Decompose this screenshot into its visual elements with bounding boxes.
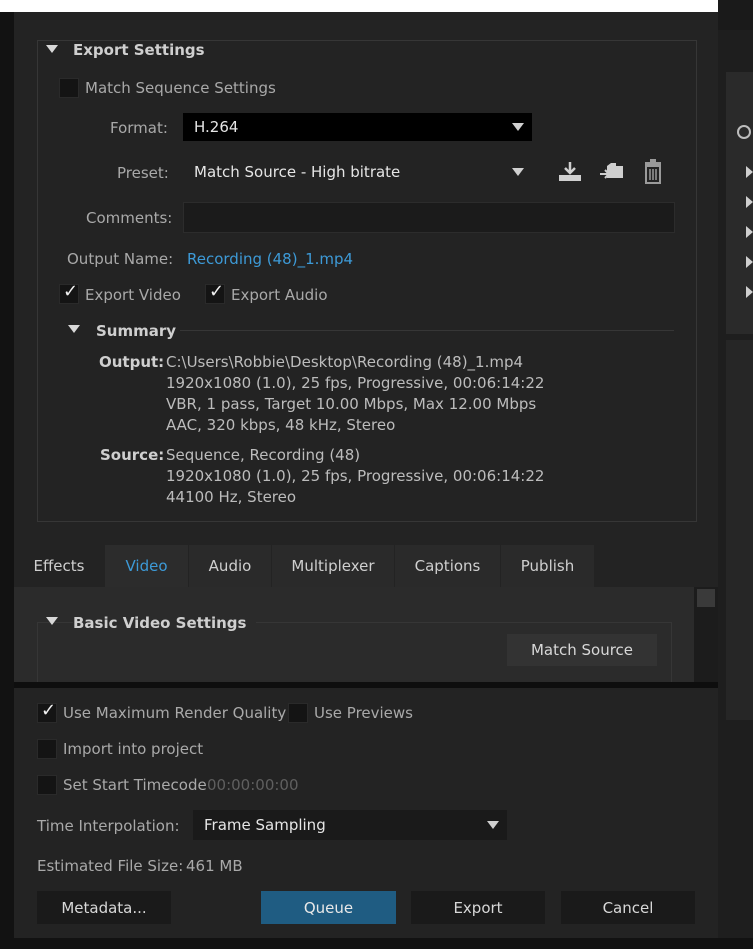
source-line-2: 1920x1080 (1.0), 25 fps, Progressive, 00… (166, 467, 545, 485)
save-preset-icon[interactable] (557, 160, 583, 184)
comments-input[interactable] (183, 202, 675, 233)
file-size-label: Estimated File Size: (37, 857, 184, 875)
tab-captions[interactable]: Captions (395, 545, 500, 587)
basic-video-title: Basic Video Settings (73, 614, 257, 632)
use-previews-label: Use Previews (314, 704, 413, 722)
start-timecode-value[interactable]: 00:00:00:00 (207, 776, 299, 794)
export-settings-title: Export Settings (73, 41, 215, 59)
source-line-1: Sequence, Recording (48) (166, 446, 361, 464)
cancel-button[interactable]: Cancel (561, 891, 695, 924)
output-label: Output: (99, 353, 165, 371)
delete-preset-icon[interactable] (643, 159, 663, 185)
use-previews-checkbox[interactable] (288, 703, 308, 723)
check-icon: ✓ (209, 281, 225, 302)
tab-publish[interactable]: Publish (501, 545, 594, 587)
start-timecode-label: Set Start Timecode (63, 776, 207, 794)
import-checkbox[interactable] (37, 739, 57, 759)
output-line-1: C:\Users\Robbie\Desktop\Recording (48)_1… (166, 353, 524, 371)
tab-effects[interactable]: Effects (14, 545, 104, 587)
match-sequence-checkbox[interactable] (59, 78, 79, 98)
check-icon: ✓ (41, 700, 57, 721)
chevron-down-icon (487, 821, 499, 829)
tab-video[interactable]: Video (105, 545, 188, 587)
right-tri-3[interactable] (746, 226, 753, 238)
format-label: Format: (110, 119, 168, 137)
start-timecode-checkbox[interactable] (37, 775, 57, 795)
bottom-edge (0, 938, 753, 949)
file-size-value: 461 MB (186, 857, 243, 875)
preset-dropdown[interactable]: Match Source - High bitrate (183, 158, 532, 186)
match-source-button[interactable]: Match Source (507, 634, 657, 666)
output-line-2: 1920x1080 (1.0), 25 fps, Progressive, 00… (166, 374, 545, 392)
source-line-3: 44100 Hz, Stereo (166, 488, 297, 506)
export-button[interactable]: Export (411, 891, 545, 924)
right-panel-block-2 (726, 340, 753, 720)
metadata-button[interactable]: Metadata... (37, 891, 171, 924)
chevron-down-icon (512, 168, 524, 176)
right-search-icon[interactable] (737, 125, 751, 139)
output-name-link[interactable]: Recording (48)_1.mp4 (187, 250, 353, 268)
max-render-checkbox[interactable]: ✓ (37, 700, 57, 723)
source-label: Source: (100, 446, 165, 464)
summary-title: Summary (96, 322, 177, 340)
time-interp-label: Time Interpolation: (37, 817, 180, 835)
top-white-strip (0, 0, 718, 12)
left-edge (0, 12, 14, 949)
format-dropdown[interactable]: H.264 (183, 113, 532, 141)
tab-multiplexer[interactable]: Multiplexer (272, 545, 394, 587)
export-audio-label: Export Audio (231, 286, 328, 304)
format-value: H.264 (194, 118, 239, 136)
summary-collapse-icon[interactable] (68, 325, 80, 333)
summary-divider (180, 330, 674, 331)
comments-label: Comments: (86, 209, 173, 227)
preset-label: Preset: (117, 164, 169, 182)
right-tri-5[interactable] (746, 286, 753, 298)
max-render-label: Use Maximum Render Quality (63, 704, 287, 722)
right-tri-2[interactable] (746, 196, 753, 208)
export-video-label: Export Video (85, 286, 181, 304)
output-line-3: VBR, 1 pass, Target 10.00 Mbps, Max 12.0… (166, 395, 537, 413)
time-interp-dropdown[interactable]: Frame Sampling (193, 810, 507, 840)
import-label: Import into project (63, 740, 204, 758)
right-tri-4[interactable] (746, 256, 753, 268)
export-settings-collapse-icon[interactable] (46, 45, 58, 53)
output-name-label: Output Name: (67, 250, 174, 268)
import-preset-icon[interactable] (598, 160, 626, 184)
queue-button[interactable]: Queue (261, 891, 396, 924)
output-line-4: AAC, 320 kbps, 48 kHz, Stereo (166, 416, 396, 434)
match-sequence-label: Match Sequence Settings (85, 79, 276, 97)
tab-audio[interactable]: Audio (189, 545, 271, 587)
preset-value: Match Source - High bitrate (194, 163, 401, 181)
scrollbar-thumb[interactable] (697, 589, 715, 607)
chevron-down-icon (512, 123, 524, 131)
export-video-checkbox[interactable]: ✓ (59, 281, 79, 304)
check-icon: ✓ (63, 281, 79, 302)
right-tri-1[interactable] (746, 166, 753, 178)
time-interp-value: Frame Sampling (204, 816, 326, 834)
export-audio-checkbox[interactable]: ✓ (205, 281, 225, 304)
basic-video-collapse-icon[interactable] (46, 617, 58, 625)
